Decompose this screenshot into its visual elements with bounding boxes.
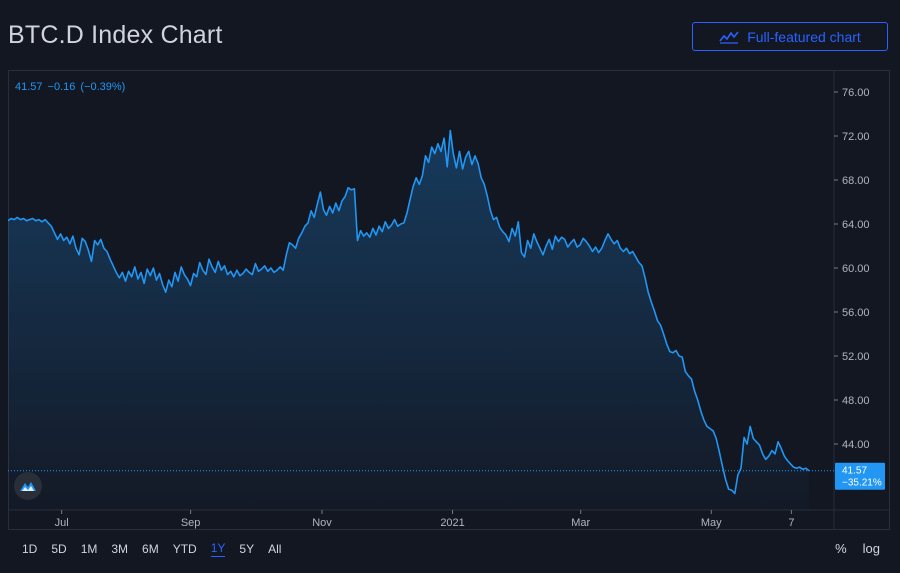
legend: 41.57 −0.16 (−0.39%) [15, 81, 130, 93]
legend-change-pct: (−0.39%) [80, 81, 126, 93]
y-tick-label: 48.00 [842, 395, 870, 407]
tradingview-logo[interactable] [14, 472, 42, 500]
page-title: BTC.D Index Chart [8, 21, 223, 49]
price-label: 41.57 −35.21% [835, 462, 885, 490]
range-button-all[interactable]: All [268, 542, 281, 557]
range-button-1m[interactable]: 1M [81, 542, 98, 557]
x-tick-label: Sep [181, 517, 201, 529]
log-scale-button[interactable]: log [863, 541, 880, 556]
legend-change: −0.16 [47, 81, 76, 93]
range-button-1d[interactable]: 1D [22, 542, 37, 557]
y-tick-label: 52.00 [842, 351, 870, 363]
y-tick-label: 72.00 [842, 131, 870, 143]
range-buttons: 1D 5D 1M 3M 6M YTD 1Y 5Y All [8, 541, 281, 557]
chart-line-icon [719, 31, 739, 44]
scale-tools: % log [835, 541, 880, 556]
range-button-3m[interactable]: 3M [111, 542, 128, 557]
y-tick-label: 68.00 [842, 175, 870, 187]
price-label-pct: −35.21% [842, 478, 882, 489]
price-label-value: 41.57 [842, 466, 867, 477]
x-tick-label: Jul [55, 517, 69, 529]
y-tick-label: 56.00 [842, 307, 870, 319]
range-button-5d[interactable]: 5D [51, 542, 66, 557]
y-tick-label: 64.00 [842, 219, 870, 231]
tradingview-logo-icon [20, 482, 36, 491]
range-toolbar: 1D 5D 1M 3M 6M YTD 1Y 5Y All % log [8, 530, 890, 568]
btc-dominance-chart[interactable]: 76.00 72.00 68.00 64.00 60.00 56.00 52.00 48.00… [8, 70, 890, 530]
series-area [8, 130, 809, 510]
x-tick-label: Mar [571, 517, 590, 529]
full-featured-chart-button[interactable]: Full-featured chart [692, 22, 888, 51]
x-axis[interactable]: Jul Sep Nov 2021 Mar May 7 [55, 510, 795, 529]
y-axis[interactable]: 76.00 72.00 68.00 64.00 60.00 56.00 52.00 48.00… [834, 87, 870, 451]
legend-last: 41.57 [15, 81, 43, 93]
x-tick-label: May [701, 517, 722, 529]
range-button-6m[interactable]: 6M [142, 542, 159, 557]
range-button-5y[interactable]: 5Y [239, 542, 254, 557]
x-tick-label: 2021 [440, 517, 464, 529]
percent-scale-button[interactable]: % [835, 541, 847, 556]
y-tick-label: 76.00 [842, 87, 870, 99]
range-button-1y[interactable]: 1Y [210, 541, 226, 557]
full-featured-chart-label: Full-featured chart [747, 28, 861, 45]
x-tick-label: Nov [312, 517, 332, 529]
x-tick-label: 7 [788, 517, 794, 529]
range-button-ytd[interactable]: YTD [173, 542, 197, 557]
y-tick-label: 44.00 [842, 439, 870, 451]
y-tick-label: 60.00 [842, 263, 870, 275]
